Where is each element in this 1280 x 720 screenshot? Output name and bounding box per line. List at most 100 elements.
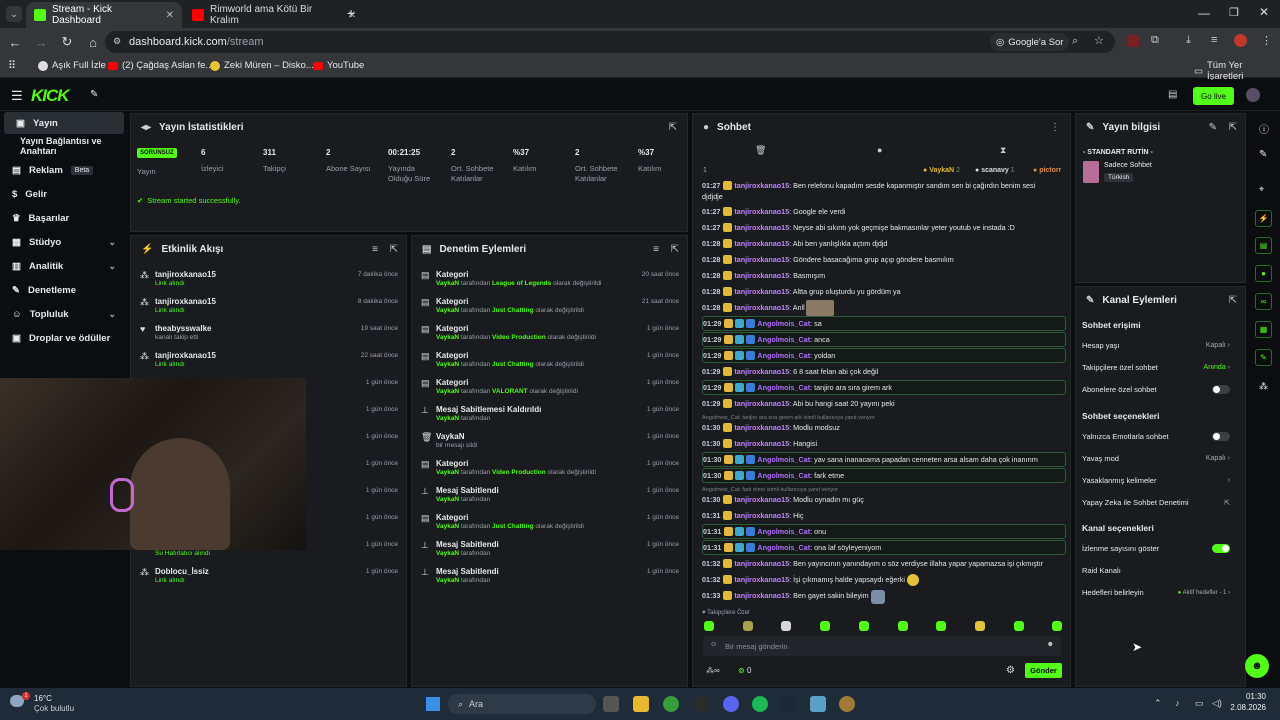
sidebar-item-revenue[interactable]: $ Gelir [0, 183, 128, 205]
chat-username[interactable]: tanjiroxkanao15 [734, 271, 789, 280]
chat-username[interactable]: tanjiroxkanao15 [734, 239, 789, 248]
site-info-icon[interactable]: ⚙ [113, 36, 121, 47]
start-button[interactable] [426, 697, 440, 711]
emotes-only-toggle[interactable] [1212, 432, 1230, 441]
chat-username[interactable]: tanjiroxkanao15 [734, 303, 789, 312]
apps-icon[interactable]: ⠿ [8, 59, 16, 72]
chat-username[interactable]: Angolmois_Cat [757, 543, 810, 552]
emote-icon[interactable] [1013, 621, 1024, 631]
emote-icon[interactable] [858, 621, 869, 631]
app-icon[interactable] [839, 696, 855, 712]
pin-icon[interactable]: ✎ [90, 89, 98, 100]
goals-row[interactable]: Hedefleri belirleyin ● Aktif hedefler - 1… [1082, 588, 1242, 597]
chat-message[interactable]: 01:29 tanjiroxkanao15: Abi bu hangi saat … [702, 396, 1066, 411]
sidebar-item-drops[interactable]: ▣ Droplar ve ödüller [0, 327, 128, 349]
emote-icon[interactable] [704, 621, 714, 631]
forward-icon[interactable]: → [28, 35, 54, 50]
chat-message[interactable]: 01:30 tanjiroxkanao15: Modlu oynadın mı g… [702, 492, 1066, 507]
chat-username[interactable]: tanjiroxkanao15 [734, 511, 789, 520]
new-tab-button[interactable]: + [347, 5, 355, 21]
bookmark-item[interactable]: YouTube [313, 60, 364, 71]
edit-tool-icon[interactable]: ✎ [1259, 149, 1267, 160]
chat-message[interactable]: 01:30 Angolmois_Cat: yav sana inanacama p… [702, 452, 1066, 467]
all-bookmarks[interactable]: ▭ Tüm Yer İşaretleri [1194, 60, 1280, 82]
filter-icon[interactable]: ≡ [653, 244, 659, 255]
chat-message[interactable]: 01:29 tanjiroxkanao15: 6 8 saat felan abi… [702, 364, 1066, 379]
subs-chat-toggle[interactable] [1212, 385, 1230, 394]
browser-menu-icon[interactable]: ⋮ [1261, 34, 1272, 47]
chat-username[interactable]: Angolmois_Cat [757, 351, 810, 360]
sidebar-item-studio[interactable]: ▦ Stüdyo ⌄ [0, 231, 128, 253]
clock[interactable]: 01:30 2.08.2026 [1226, 692, 1266, 712]
chat-message[interactable]: 01:29 Angolmois_Cat: sa [702, 316, 1066, 331]
file-explorer-icon[interactable] [633, 696, 649, 712]
chrome-icon[interactable] [663, 696, 679, 712]
send-button[interactable]: Gönder [1025, 663, 1062, 678]
activity-item[interactable]: ♥ theabysswalke kanalı takip etti 19 saat ö… [131, 321, 406, 348]
popout-icon[interactable]: ⇱ [1229, 295, 1237, 306]
chat-message[interactable]: 01:27 tanjiroxkanao15: Google ele verdi [702, 204, 1066, 219]
emote-icon[interactable] [781, 621, 792, 631]
chat-message[interactable]: 01:28 tanjiroxkanao15: Abi ben yanlışlıkl… [702, 236, 1066, 251]
popout-icon[interactable]: ⇱ [1229, 122, 1237, 133]
zoom-icon[interactable]: ⌕ [1072, 35, 1078, 48]
emote-icon[interactable] [1052, 621, 1063, 631]
quick-action-link[interactable]: ∞ [1255, 293, 1272, 310]
chat-username[interactable]: Angolmois_Cat [757, 471, 810, 480]
layout-icon[interactable]: ▤ [1168, 89, 1177, 100]
chat-message[interactable]: 01:28 tanjiroxkanao15: Altta grup oluştur… [702, 284, 1066, 299]
chat-username[interactable]: tanjiroxkanao15 [734, 287, 789, 296]
moderation-item[interactable]: ▤ Kategori VaykaN tarafından VALORANT olar… [412, 375, 687, 402]
chat-message[interactable]: 01:30 Angolmois_Cat: fark etme [702, 468, 1066, 483]
emote-picker-icon[interactable]: ☺ [710, 641, 717, 648]
chat-message[interactable]: 01:28 tanjiroxkanao15: Basmışım [702, 268, 1066, 283]
chat-username[interactable]: Angolmois_Cat [757, 319, 810, 328]
target-icon[interactable]: ⌖ [1259, 184, 1264, 195]
chat-message[interactable]: 01:31 tanjiroxkanao15: Hiç [702, 508, 1066, 523]
chat-username[interactable]: tanjiroxkanao15 [734, 255, 789, 264]
maximize-icon[interactable]: ❐ [1229, 6, 1239, 19]
moderation-item[interactable]: ▤ Kategori VaykaN tarafından Just Chatting… [412, 294, 687, 321]
chat-username[interactable]: tanjiroxkanao15 [734, 423, 789, 432]
chat-message[interactable]: 01:29 Angolmois_Cat: tanjiro ara sıra gir… [702, 380, 1066, 395]
moderation-item[interactable]: ▤ Kategori VaykaN tarafından Just Chatting… [412, 510, 687, 537]
chat-icon[interactable]: ● [877, 145, 882, 155]
filter-icon[interactable]: ≡ [372, 244, 378, 255]
quick-action-list[interactable]: ▦ [1255, 321, 1272, 338]
bookmark-star-icon[interactable]: ☆ [1094, 34, 1104, 47]
go-live-button[interactable]: Go live [1193, 87, 1234, 105]
emoji-picker-icon[interactable]: ☻ [1047, 641, 1054, 648]
chat-message[interactable]: 01:30 tanjiroxkanao15: Hangisi [702, 436, 1066, 451]
popout-icon[interactable]: ⇱ [669, 122, 677, 133]
edit-icon[interactable]: ✎ [1209, 122, 1217, 133]
popout-icon[interactable]: ⇱ [390, 244, 398, 255]
sidebar-item-stream-key[interactable]: Yayın Bağlantısı ve Anahtarı [0, 135, 128, 157]
sidebar-item-moderation[interactable]: ✎ Denetleme [0, 279, 128, 301]
chat-message[interactable]: 01:28 tanjiroxkanao15: Anll [702, 300, 1066, 315]
extensions-puzzle-icon[interactable]: ⧉ [1151, 34, 1159, 47]
tab-kick-dashboard[interactable]: Stream - Kick Dashboard ✕ [26, 2, 182, 28]
media-control-icon[interactable]: ≡ [1211, 34, 1217, 46]
more-options-icon[interactable]: ⋮ [1050, 122, 1060, 133]
chat-username[interactable]: tanjiroxkanao15 [734, 367, 789, 376]
chat-message[interactable]: 01:28 tanjiroxkanao15: Göndere basacağıma… [702, 252, 1066, 267]
moderation-item[interactable]: ⊥ Mesaj Sabitlendi VaykaN tarafından 1 gün … [412, 537, 687, 564]
profile-avatar[interactable] [1234, 34, 1247, 47]
kick-logo[interactable]: KICK [31, 86, 70, 106]
chat-message[interactable]: 01:31 Angolmois_Cat: ona laf söyleyeniyom [702, 540, 1066, 555]
chat-username[interactable]: tanjiroxkanao15 [734, 495, 789, 504]
chat-username[interactable]: Angolmois_Cat [757, 383, 810, 392]
obs-icon[interactable] [693, 696, 709, 712]
tray-chevron-icon[interactable]: ⌃ [1154, 698, 1162, 709]
tab-search-button[interactable]: ⌄ [6, 6, 22, 22]
chat-input[interactable]: ☺ Bir mesaj gönderin ☻ [703, 636, 1061, 656]
trash-icon[interactable]: 🗑 [755, 145, 766, 156]
moderation-item[interactable]: ▤ Kategori VaykaN tarafından Just Chatting… [412, 348, 687, 375]
chat-message[interactable]: 01:32 tanjiroxkanao15: Ben yayıncının yan… [702, 556, 1066, 571]
sidebar-item-achievements[interactable]: ♛ Başarılar [0, 207, 128, 229]
chat-username[interactable]: tanjiroxkanao15 [734, 399, 789, 408]
hourglass-icon[interactable]: ⧗ [1000, 145, 1006, 156]
chat-message[interactable]: 01:32 tanjiroxkanao15: İşi çıkmamış halde… [702, 572, 1066, 587]
chat-username[interactable]: Angolmois_Cat [757, 455, 810, 464]
emote-icon[interactable] [897, 621, 908, 631]
